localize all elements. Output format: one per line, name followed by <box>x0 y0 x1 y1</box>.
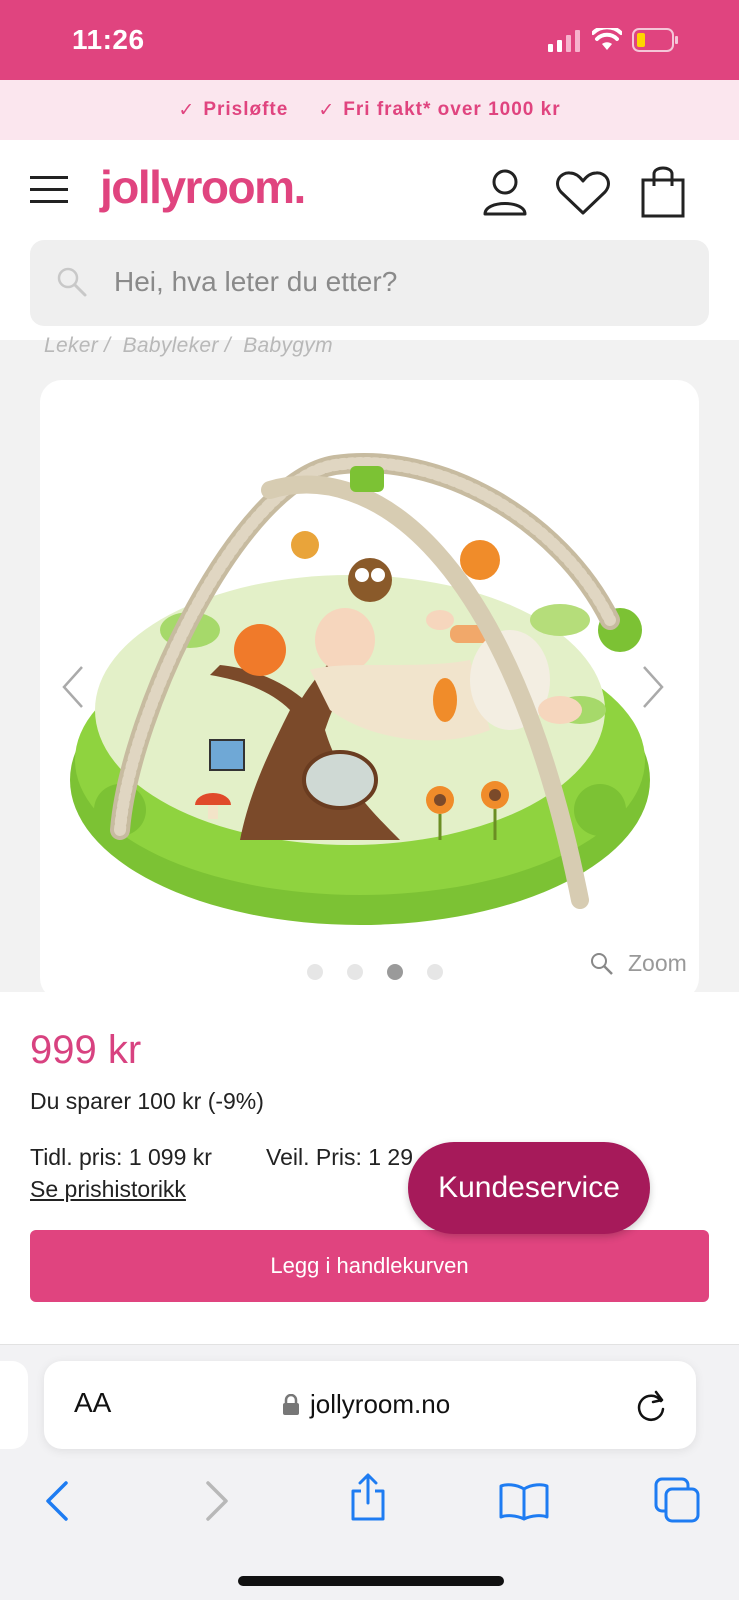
zoom-label: Zoom <box>628 950 687 976</box>
previous-tab-preview[interactable] <box>0 1361 28 1449</box>
next-image-chevron-icon[interactable] <box>640 665 666 709</box>
previous-price: Tidl. pris: 1 099 kr <box>30 1144 212 1170</box>
status-time: 11:26 <box>72 24 145 55</box>
shopping-bag-icon[interactable] <box>640 164 686 218</box>
jollyroom-logo[interactable]: jollyroom. <box>100 160 306 214</box>
customer-service-button[interactable]: Kundeservice <box>408 1142 650 1234</box>
previous-image-chevron-icon[interactable] <box>60 665 86 709</box>
hamburger-menu-icon[interactable] <box>30 174 70 206</box>
promo-banner: ✓ Prisløfte ✓ Fri frakt* over 1000 kr <box>0 80 739 140</box>
site-header: jollyroom. Hei, hva leter du etter? <box>0 140 739 340</box>
search-input[interactable]: Hei, hva leter du etter? <box>114 266 397 298</box>
price-history-link[interactable]: Se prishistorikk <box>30 1176 186 1203</box>
text-size-button[interactable]: AA <box>74 1387 111 1419</box>
savings-text: Du sparer 100 kr (-9%) <box>30 1088 264 1114</box>
wishlist-heart-icon[interactable] <box>555 170 611 216</box>
browser-toolbar: AA jollyroom.no <box>0 1344 739 1600</box>
carousel-dots[interactable] <box>300 962 450 982</box>
zoom-button[interactable]: Zoom <box>590 950 687 977</box>
breadcrumb-item-leker[interactable]: Leker <box>44 334 98 357</box>
product-price: 999 kr <box>30 1028 142 1072</box>
search-bar[interactable]: Hei, hva leter du etter? <box>30 240 709 326</box>
bookmarks-book-icon[interactable] <box>498 1481 550 1521</box>
url-text: jollyroom.no <box>310 1389 451 1419</box>
add-to-cart-button[interactable]: Legg i handlekurven <box>30 1230 709 1302</box>
magnifier-icon <box>591 952 613 975</box>
forward-chevron-icon[interactable] <box>204 1481 230 1521</box>
check-icon: ✓ <box>178 99 196 121</box>
product-image-gallery[interactable]: Zoom <box>40 380 699 1000</box>
search-icon <box>57 267 87 297</box>
reload-icon[interactable] <box>634 1389 668 1423</box>
recommended-price: Veil. Pris: 1 29 <box>266 1144 414 1170</box>
product-info-panel: 999 kr Du sparer 100 kr (-9%) Tidl. pris… <box>0 992 739 1344</box>
back-chevron-icon[interactable] <box>44 1481 70 1521</box>
tabs-overview-icon[interactable] <box>654 1477 700 1523</box>
cellular-signal-icon <box>548 30 580 52</box>
home-indicator[interactable] <box>238 1576 504 1586</box>
lock-icon <box>283 1393 299 1415</box>
promo-item-free-shipping: ✓ Fri frakt* over 1000 kr <box>318 99 561 121</box>
breadcrumb: Leker / Babyleker / Babygym <box>44 334 333 357</box>
share-icon[interactable] <box>348 1473 388 1523</box>
product-image <box>70 453 650 925</box>
account-icon[interactable] <box>482 168 528 216</box>
wifi-icon <box>592 28 622 50</box>
breadcrumb-item-babyleker[interactable]: Babyleker <box>123 334 219 357</box>
address-bar[interactable]: AA jollyroom.no <box>44 1361 696 1449</box>
promo-item-price-promise: ✓ Prisløfte <box>178 99 289 121</box>
check-icon: ✓ <box>318 99 336 121</box>
url-display[interactable]: jollyroom.no <box>282 1389 450 1420</box>
status-bar: 11:26 <box>0 0 739 80</box>
battery-icon <box>632 28 678 52</box>
breadcrumb-item-babygym[interactable]: Babygym <box>243 334 333 357</box>
